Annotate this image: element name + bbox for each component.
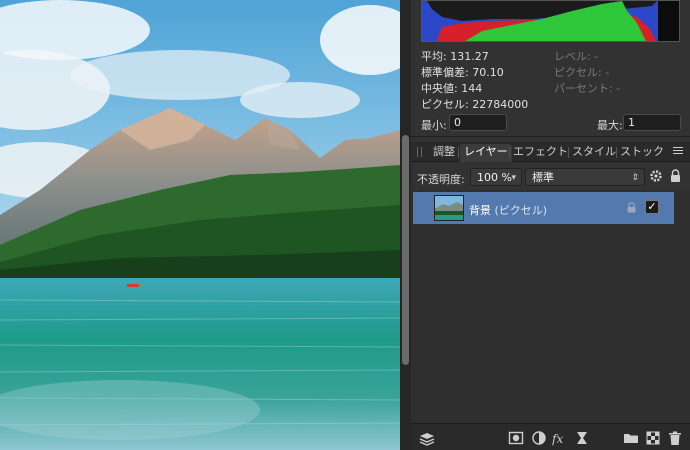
tab-layers[interactable]: レイヤー <box>460 144 512 162</box>
chevron-down-icon: ▾ <box>511 173 516 183</box>
min-label: 最小: <box>421 119 447 132</box>
scrollbar-thumb[interactable] <box>402 135 409 365</box>
max-input[interactable]: 1 <box>623 114 681 131</box>
blend-mode-dropdown[interactable]: 標準 ⇕ <box>525 168 645 186</box>
min-input[interactable]: 0 <box>449 114 507 131</box>
opacity-label: 不透明度: <box>417 173 465 186</box>
svg-text:fx: fx <box>552 432 563 446</box>
layer-type-text: (ピクセル) <box>494 204 548 217</box>
trash-icon[interactable] <box>667 430 683 446</box>
layer-visibility-checkbox[interactable]: ✓ <box>645 200 659 214</box>
stat-percent: パーセント: - <box>554 82 621 95</box>
histogram-right-dark <box>658 1 679 41</box>
tab-stock[interactable]: ストック <box>620 144 664 162</box>
tab-effects[interactable]: エフェクト <box>513 144 568 162</box>
fx-icon[interactable]: fx <box>552 430 568 446</box>
folder-icon[interactable] <box>623 430 639 446</box>
opacity-value: 100 % <box>477 171 512 184</box>
stat-pixel-dim: ピクセル: - <box>554 66 610 79</box>
max-label: 最大: <box>597 119 623 132</box>
checker-icon[interactable] <box>645 430 661 446</box>
panel-separator <box>411 136 690 137</box>
stat-level: レベル: - <box>554 50 599 63</box>
panel-tab-bar: 調整 レイヤー エフェクト スタイル ストック <box>411 142 690 162</box>
blend-mode-value: 標準 <box>532 171 554 184</box>
tab-adjust[interactable]: 調整 <box>433 144 455 162</box>
adjustment-icon[interactable] <box>531 430 547 446</box>
tab-separator <box>568 147 569 158</box>
gear-icon[interactable] <box>649 169 663 183</box>
document-canvas[interactable] <box>0 0 400 450</box>
canvas-vertical-scrollbar[interactable] <box>400 0 411 450</box>
tab-separator <box>616 147 617 158</box>
layers-bottom-toolbar: fx <box>411 423 690 450</box>
tab-separator <box>458 147 459 158</box>
stat-mean: 平均: 131.27 <box>421 50 489 63</box>
tab-styles[interactable]: スタイル <box>572 144 616 162</box>
panel-menu-icon[interactable] <box>673 147 683 156</box>
hourglass-icon[interactable] <box>574 430 590 446</box>
layer-row-background[interactable]: 背景 (ピクセル) ✓ <box>413 192 674 224</box>
mask-icon[interactable] <box>508 430 524 446</box>
updown-arrows-icon: ⇕ <box>631 173 639 183</box>
lock-icon[interactable] <box>670 169 681 183</box>
layers-stack-icon[interactable] <box>419 430 435 446</box>
tab-separator <box>509 147 510 158</box>
histogram <box>421 0 680 42</box>
layer-thumbnail <box>434 195 464 221</box>
stat-pixels: ピクセル: 22784000 <box>421 98 529 111</box>
layer-name-text: 背景 <box>469 204 491 217</box>
layer-name: 背景 (ピクセル) <box>469 202 547 218</box>
layer-lock-icon[interactable] <box>627 202 636 213</box>
opacity-dropdown[interactable]: 100 % ▾ <box>470 168 522 186</box>
drag-grip-icon[interactable] <box>417 147 422 157</box>
right-panel: 平均: 131.27 標準偏差: 70.10 中央値: 144 ピクセル: 22… <box>411 0 690 450</box>
layer-list[interactable]: 背景 (ピクセル) ✓ <box>411 190 690 423</box>
stat-stddev: 標準偏差: 70.10 <box>421 66 504 79</box>
landscape-photo <box>0 0 400 450</box>
stat-median: 中央値: 144 <box>421 82 483 95</box>
